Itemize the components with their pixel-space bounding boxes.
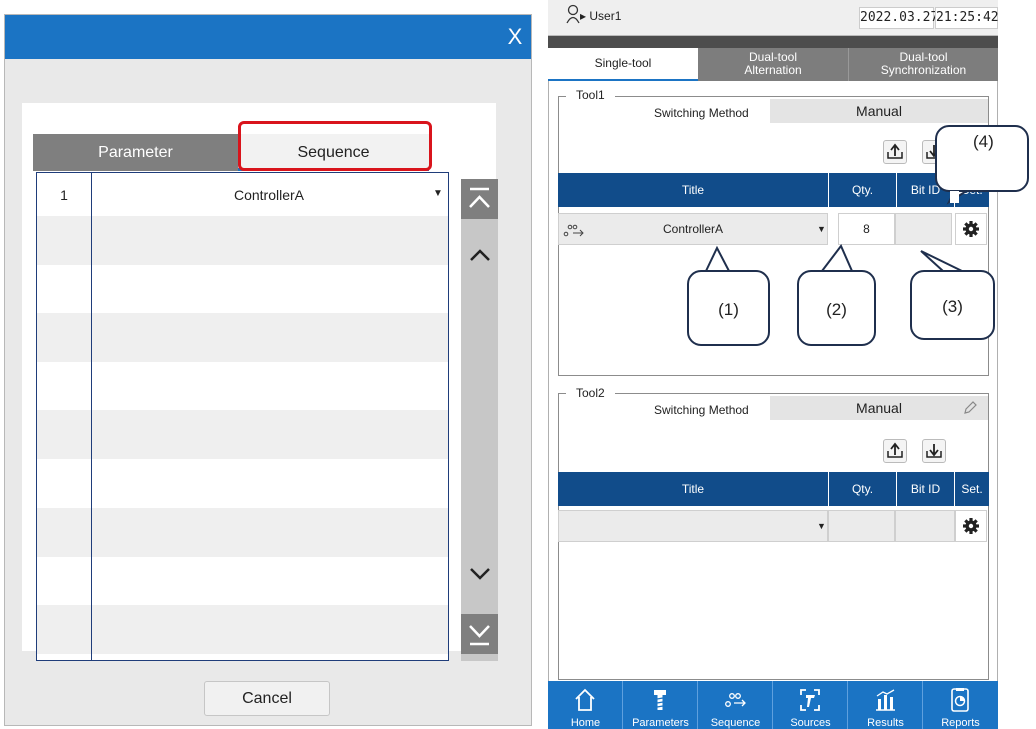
nav-home[interactable]: Home — [548, 681, 623, 729]
nav-label: Sequence — [710, 717, 761, 729]
callout-pointers — [704, 189, 972, 272]
nav-label: Results — [867, 717, 904, 729]
callout-2: (2) — [797, 270, 876, 346]
screw-icon — [654, 690, 666, 710]
nav-results[interactable]: Results — [848, 681, 923, 729]
nav-parameters[interactable]: Parameters — [623, 681, 698, 729]
nav-label: Parameters — [632, 717, 689, 729]
sources-icon — [800, 689, 820, 711]
sequence-icon — [725, 693, 746, 707]
results-icon — [876, 689, 895, 711]
nav-label: Sources — [790, 717, 831, 729]
callout-3: (3) — [910, 270, 995, 340]
nav-label: Home — [570, 717, 601, 729]
nav-sequence[interactable]: Sequence — [698, 681, 773, 729]
nav-sources[interactable]: Sources — [773, 681, 848, 729]
nav-label: Reports — [941, 717, 980, 729]
home-icon — [575, 688, 595, 711]
reports-icon — [951, 688, 969, 712]
nav-reports[interactable]: Reports — [923, 681, 998, 729]
callout-1: (1) — [687, 270, 770, 346]
callout-4-mask — [950, 191, 959, 203]
